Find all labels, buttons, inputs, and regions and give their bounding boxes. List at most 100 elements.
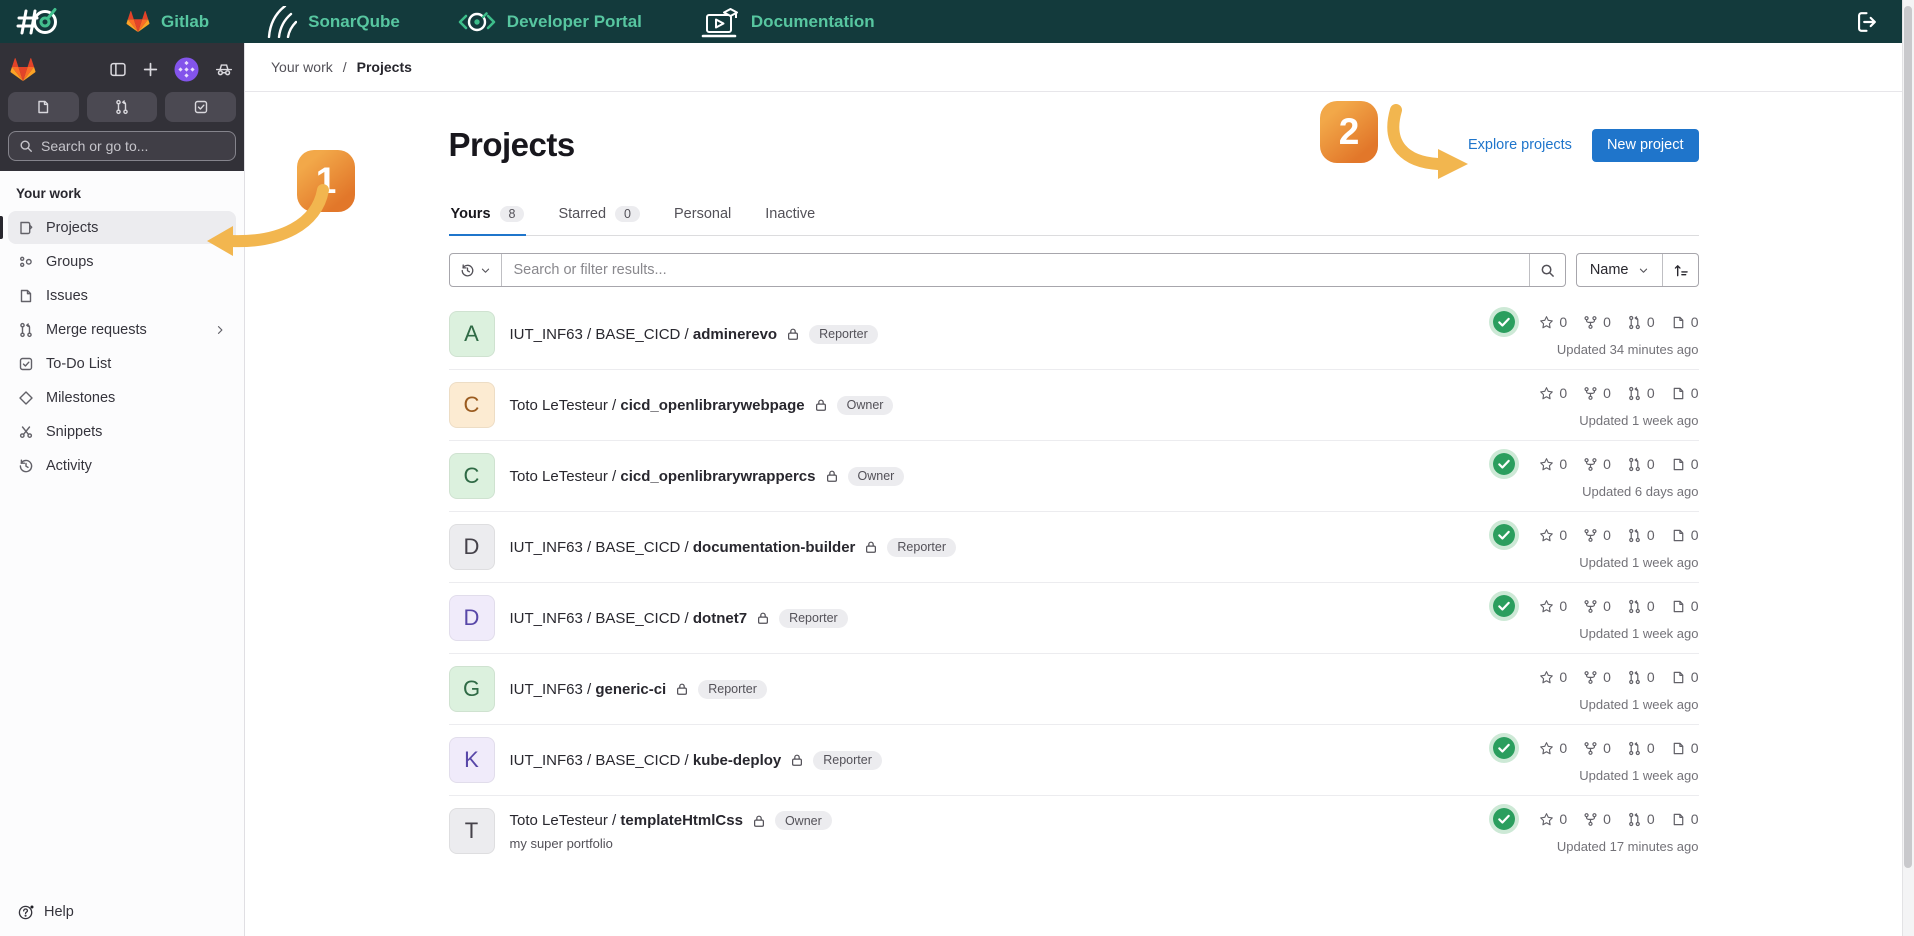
sort-by-dropdown[interactable]: Name: [1577, 254, 1662, 286]
merge-requests-stat[interactable]: 0: [1627, 669, 1655, 685]
help-button[interactable]: Help: [8, 896, 236, 928]
forks-stat[interactable]: 0: [1583, 811, 1611, 827]
project-avatar[interactable]: G: [448, 666, 495, 712]
filter-search-input[interactable]: [501, 254, 1529, 286]
pipeline-success-icon[interactable]: [1493, 595, 1516, 617]
project-avatar[interactable]: A: [448, 311, 495, 357]
stars-stat[interactable]: 0: [1539, 456, 1567, 472]
project-row: C Toto LeTesteur / cicd_openlibrarywebpa…: [448, 370, 1699, 441]
merge-requests-stat[interactable]: 0: [1627, 527, 1655, 543]
user-avatar[interactable]: [174, 57, 199, 82]
project-row: T Toto LeTesteur / templateHtmlCss Owner…: [448, 796, 1699, 866]
merge-requests-stat[interactable]: 0: [1627, 811, 1655, 827]
pipeline-success-icon[interactable]: [1493, 808, 1516, 830]
updated-text: Updated 1 week ago: [1579, 697, 1699, 712]
impersonation-spy-icon[interactable]: [214, 60, 234, 78]
pipeline-success-icon[interactable]: [1493, 524, 1516, 546]
forks-stat[interactable]: 0: [1583, 598, 1611, 614]
sidebar-item-label: Milestones: [46, 389, 116, 406]
project-link[interactable]: IUT_INF63 / BASE_CICD / dotnet7: [510, 610, 748, 627]
project-avatar[interactable]: C: [448, 453, 495, 499]
issues-stat[interactable]: 0: [1671, 598, 1699, 614]
issues-stat[interactable]: 0: [1671, 314, 1699, 330]
tab-starred[interactable]: Starred 0: [556, 196, 642, 236]
stars-stat[interactable]: 0: [1539, 314, 1567, 330]
forks-stat[interactable]: 0: [1583, 740, 1611, 756]
stars-stat[interactable]: 0: [1539, 527, 1567, 543]
nav-link-documentation[interactable]: Documentation: [700, 6, 875, 38]
pipeline-success-icon[interactable]: [1493, 737, 1516, 759]
search-or-go-to-input[interactable]: Search or go to...: [8, 131, 236, 161]
issues-stat[interactable]: 0: [1671, 811, 1699, 827]
sidebar-item-groups[interactable]: Groups: [8, 245, 236, 278]
stars-stat[interactable]: 0: [1539, 598, 1567, 614]
issues-stat[interactable]: 0: [1671, 740, 1699, 756]
breadcrumb-your-work-link[interactable]: Your work: [271, 59, 333, 75]
logout-icon[interactable]: [1853, 9, 1880, 35]
star-icon: [1539, 670, 1554, 685]
shortcut-issues-button[interactable]: [8, 92, 79, 122]
sidebar-item-activity[interactable]: Activity: [8, 449, 236, 482]
forks-stat[interactable]: 0: [1583, 669, 1611, 685]
page-scrollbar[interactable]: [1902, 0, 1914, 936]
project-link[interactable]: IUT_INF63 / BASE_CICD / kube-deploy: [510, 752, 782, 769]
sidebar-item-issues[interactable]: Issues: [8, 279, 236, 312]
project-avatar[interactable]: D: [448, 524, 495, 570]
forks-stat[interactable]: 0: [1583, 527, 1611, 543]
sidebar-item-projects[interactable]: Projects: [0, 211, 236, 244]
sidebar-item-snippets[interactable]: Snippets: [8, 415, 236, 448]
scrollbar-thumb[interactable]: [1904, 6, 1912, 868]
project-avatar[interactable]: D: [448, 595, 495, 641]
shortcut-todo-button[interactable]: [165, 92, 237, 122]
merge-requests-stat[interactable]: 0: [1627, 598, 1655, 614]
issues-stat[interactable]: 0: [1671, 527, 1699, 543]
nav-link-gitlab[interactable]: Gitlab: [126, 10, 209, 33]
tab-count-badge: 8: [499, 206, 525, 222]
project-link[interactable]: Toto LeTesteur / cicd_openlibrarywebpage: [510, 397, 805, 414]
project-avatar[interactable]: T: [448, 808, 495, 854]
merge-requests-stat[interactable]: 0: [1627, 314, 1655, 330]
sidebar-item-merge-requests[interactable]: Merge requests: [8, 313, 236, 346]
stars-stat[interactable]: 0: [1539, 385, 1567, 401]
stars-stat[interactable]: 0: [1539, 740, 1567, 756]
sidebar-item-todo-list[interactable]: To-Do List: [8, 347, 236, 380]
merge-requests-stat[interactable]: 0: [1627, 456, 1655, 472]
sidebar-item-label: Issues: [46, 287, 88, 304]
project-link[interactable]: IUT_INF63 / generic-ci: [510, 681, 667, 698]
issues-stat[interactable]: 0: [1671, 669, 1699, 685]
merge-requests-stat[interactable]: 0: [1627, 740, 1655, 756]
forks-stat[interactable]: 0: [1583, 456, 1611, 472]
sidebar-toggle-icon[interactable]: [109, 61, 127, 78]
shortcut-merge-requests-button[interactable]: [86, 92, 158, 122]
stars-stat[interactable]: 0: [1539, 669, 1567, 685]
nav-link-developer-portal[interactable]: Developer Portal: [458, 8, 642, 36]
tab-personal[interactable]: Personal: [672, 196, 733, 236]
pipeline-success-icon[interactable]: [1493, 311, 1516, 333]
project-link[interactable]: Toto LeTesteur / templateHtmlCss: [510, 812, 743, 829]
issues-stat[interactable]: 0: [1671, 456, 1699, 472]
hash-target-logo-icon[interactable]: [16, 5, 62, 39]
forks-stat[interactable]: 0: [1583, 314, 1611, 330]
filter-search-button[interactable]: [1528, 254, 1565, 286]
filter-history-dropdown[interactable]: [450, 254, 502, 286]
gitlab-logo-icon[interactable]: [10, 57, 36, 82]
issues-stat[interactable]: 0: [1671, 385, 1699, 401]
tab-inactive[interactable]: Inactive: [763, 196, 817, 236]
new-project-button[interactable]: New project: [1591, 128, 1699, 162]
explore-projects-link[interactable]: Explore projects: [1468, 137, 1572, 153]
project-link[interactable]: IUT_INF63 / BASE_CICD / adminerevo: [510, 326, 778, 343]
project-link[interactable]: Toto LeTesteur / cicd_openlibrarywrapper…: [510, 468, 816, 485]
project-avatar[interactable]: K: [448, 737, 495, 783]
merge-requests-stat[interactable]: 0: [1627, 385, 1655, 401]
project-avatar[interactable]: C: [448, 382, 495, 428]
forks-stat[interactable]: 0: [1583, 385, 1611, 401]
pipeline-success-icon[interactable]: [1493, 453, 1516, 475]
nav-link-sonarqube[interactable]: SonarQube: [267, 5, 400, 38]
stars-stat[interactable]: 0: [1539, 811, 1567, 827]
fork-icon: [1583, 670, 1598, 685]
create-new-plus-icon[interactable]: [142, 61, 159, 78]
sort-direction-button[interactable]: [1661, 254, 1698, 286]
project-link[interactable]: IUT_INF63 / BASE_CICD / documentation-bu…: [510, 539, 856, 556]
sidebar-item-milestones[interactable]: Milestones: [8, 381, 236, 414]
tab-yours[interactable]: Yours 8: [448, 196, 527, 236]
